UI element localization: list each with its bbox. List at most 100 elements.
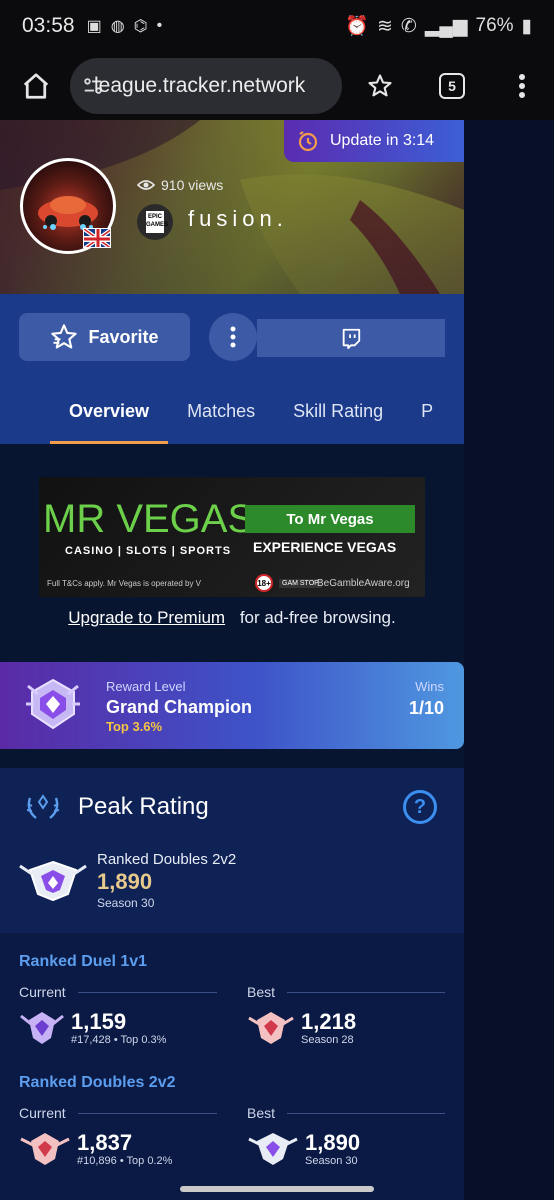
grand-champion-silver-rank-icon (248, 1133, 298, 1165)
bookmark-button[interactable] (352, 58, 408, 114)
epic-logo: EPIC GAMES (146, 211, 168, 233)
refresh-timer-icon (298, 131, 318, 152)
peak-value: 1,890 (97, 869, 153, 894)
reward-level-card: Reward Level Grand Champion Top 3.6% Win… (0, 662, 464, 749)
advertisement-banner[interactable]: MR VEGAS CASINO | SLOTS | SPORTS To Mr V… (39, 477, 425, 597)
profile-tabs: Overview Matches Skill Rating P (0, 378, 464, 444)
profile-hero: Update in 3:14 910 views EPIC GAMES fusi… (0, 120, 464, 294)
reward-top-percent: Top 3.6% (106, 719, 163, 734)
champion-purple-rank-icon (20, 1012, 64, 1044)
more-options-button[interactable] (209, 313, 257, 361)
gamepad-icon: ⌬ (133, 18, 148, 35)
home-icon (23, 73, 49, 99)
star-outline-icon (51, 324, 78, 349)
peak-rating-panel: Peak Rating ? Ranked Doubles 2v2 1,890 S… (0, 768, 464, 933)
update-button[interactable]: Update in 3:14 (284, 120, 464, 162)
uk-flag-icon (83, 228, 111, 248)
help-button[interactable]: ? (403, 790, 437, 824)
tab-switcher-button[interactable]: 5 (424, 58, 480, 114)
favorite-label: Favorite (88, 326, 159, 347)
status-bar: 03:58 ▣ ◍ ⌬ • ⏰ ≋ ✆ ▂▄▆ 76% ▮ (0, 0, 554, 52)
best-label: Best (247, 984, 445, 1000)
grand-champion-silver-rank-icon (19, 860, 87, 902)
epic-games-icon: EPIC GAMES (137, 204, 173, 240)
duel-best-season: Season 28 (301, 1034, 354, 1046)
tab-overview[interactable]: Overview (50, 378, 169, 444)
profile-actions: Favorite Overview Matches Skill Rating P (0, 294, 464, 444)
doubles-best: Best 1,890 Season 30 (247, 1105, 445, 1169)
favorite-button[interactable]: Favorite (19, 313, 190, 361)
url-text[interactable]: league.tracker.network (94, 74, 305, 98)
playlist-title-duel[interactable]: Ranked Duel 1v1 (19, 953, 147, 971)
more-vert-icon (519, 74, 525, 98)
gesture-nav-handle[interactable] (180, 1186, 374, 1192)
dot-icon: • (156, 17, 163, 34)
grand-champion-red-rank-icon (20, 1133, 70, 1165)
age-limit-badge: 18+ (255, 574, 273, 592)
notification-icons: ▣ ◍ ⌬ • (87, 16, 163, 36)
duel-best: Best 1,218 Season 28 (247, 984, 445, 1048)
eye-icon (137, 180, 155, 190)
tab-count: 5 (439, 73, 465, 99)
wins-value: 1/10 (408, 698, 444, 718)
ad-subtitle: CASINO | SLOTS | SPORTS (65, 545, 232, 557)
browser-menu-button[interactable] (494, 58, 550, 114)
doubles-best-season: Season 30 (305, 1155, 358, 1167)
peak-season: Season 30 (97, 896, 155, 910)
begambleaware-logo: BeGambleAware.org (317, 578, 410, 589)
system-icons: ⏰ ≋ ✆ ▂▄▆ 76% ▮ (345, 14, 532, 38)
gamstop-logo: GAM STOP (279, 579, 322, 588)
update-label: Update in 3:14 (330, 132, 435, 149)
alarm-icon: ⏰ (345, 16, 369, 37)
twitch-icon (342, 328, 361, 349)
star-icon (368, 74, 392, 97)
battery-icon: ▮ (521, 15, 532, 37)
page-gutter (464, 120, 554, 1200)
current-label: Current (19, 984, 217, 1000)
battery-percent: 76% (475, 15, 514, 36)
url-bar[interactable]: league.tracker.network (70, 58, 342, 114)
page-content: Update in 3:14 910 views EPIC GAMES fusi… (0, 120, 464, 1200)
doubles-current-rank: #10,896 • Top 0.2% (77, 1155, 173, 1167)
wifi-icon: ≋ (376, 15, 393, 37)
call-icon: ✆ (400, 15, 417, 37)
playlist-title-doubles[interactable]: Ranked Doubles 2v2 (19, 1074, 176, 1092)
peak-playlist: Ranked Doubles 2v2 (97, 851, 237, 868)
tab-skill-rating[interactable]: Skill Rating (274, 378, 402, 444)
duel-current-rank: #17,428 • Top 0.3% (71, 1034, 167, 1046)
status-time: 03:58 (22, 14, 75, 37)
peak-rating-header: Peak Rating (22, 790, 209, 824)
browser-toolbar: league.tracker.network 5 (0, 52, 554, 120)
gallery-icon: ▣ (86, 18, 102, 35)
current-label: Current (19, 1105, 217, 1121)
doubles-current: Current 1,837 #10,896 • Top 0.2% (19, 1105, 217, 1169)
tab-more[interactable]: P (402, 378, 452, 444)
laurel-icon (26, 794, 60, 819)
wins-label: Wins (415, 679, 444, 694)
home-button[interactable] (6, 56, 66, 116)
upgrade-notice: Upgrade to Premium for ad-free browsing. (0, 608, 464, 628)
reward-level-name: Grand Champion (106, 697, 253, 717)
upgrade-text: for ad-free browsing. (239, 608, 396, 627)
best-label: Best (247, 1105, 445, 1121)
twitch-button[interactable] (257, 319, 445, 357)
ad-brand: MR VEGAS (43, 497, 255, 541)
signal-icon: ▂▄▆ (424, 15, 468, 37)
upgrade-premium-link[interactable]: Upgrade to Premium (68, 608, 225, 627)
ad-fineprint: Full T&Cs apply. Mr Vegas is operated by… (47, 579, 201, 588)
reward-level-label: Reward Level (106, 679, 186, 694)
basketball-icon: ◍ (110, 18, 125, 35)
peak-rating-title: Peak Rating (78, 793, 209, 820)
tab-matches[interactable]: Matches (168, 378, 274, 444)
more-vert-icon (230, 326, 236, 348)
playlist-ratings: Ranked Duel 1v1 Current 1,159 #17,428 • … (0, 933, 464, 1200)
duel-current-value: 1,159 (71, 1009, 127, 1034)
ad-cta-button[interactable]: To Mr Vegas (245, 505, 415, 533)
duel-current: Current 1,159 #17,428 • Top 0.3% (19, 984, 217, 1048)
doubles-best-value: 1,890 (305, 1130, 361, 1155)
views-count: 910 views (137, 177, 223, 193)
duel-best-value: 1,218 (301, 1009, 357, 1034)
grand-champion-red-rank-icon (248, 1012, 294, 1044)
views-label: 910 views (161, 177, 224, 193)
username: fusion. (188, 206, 288, 231)
